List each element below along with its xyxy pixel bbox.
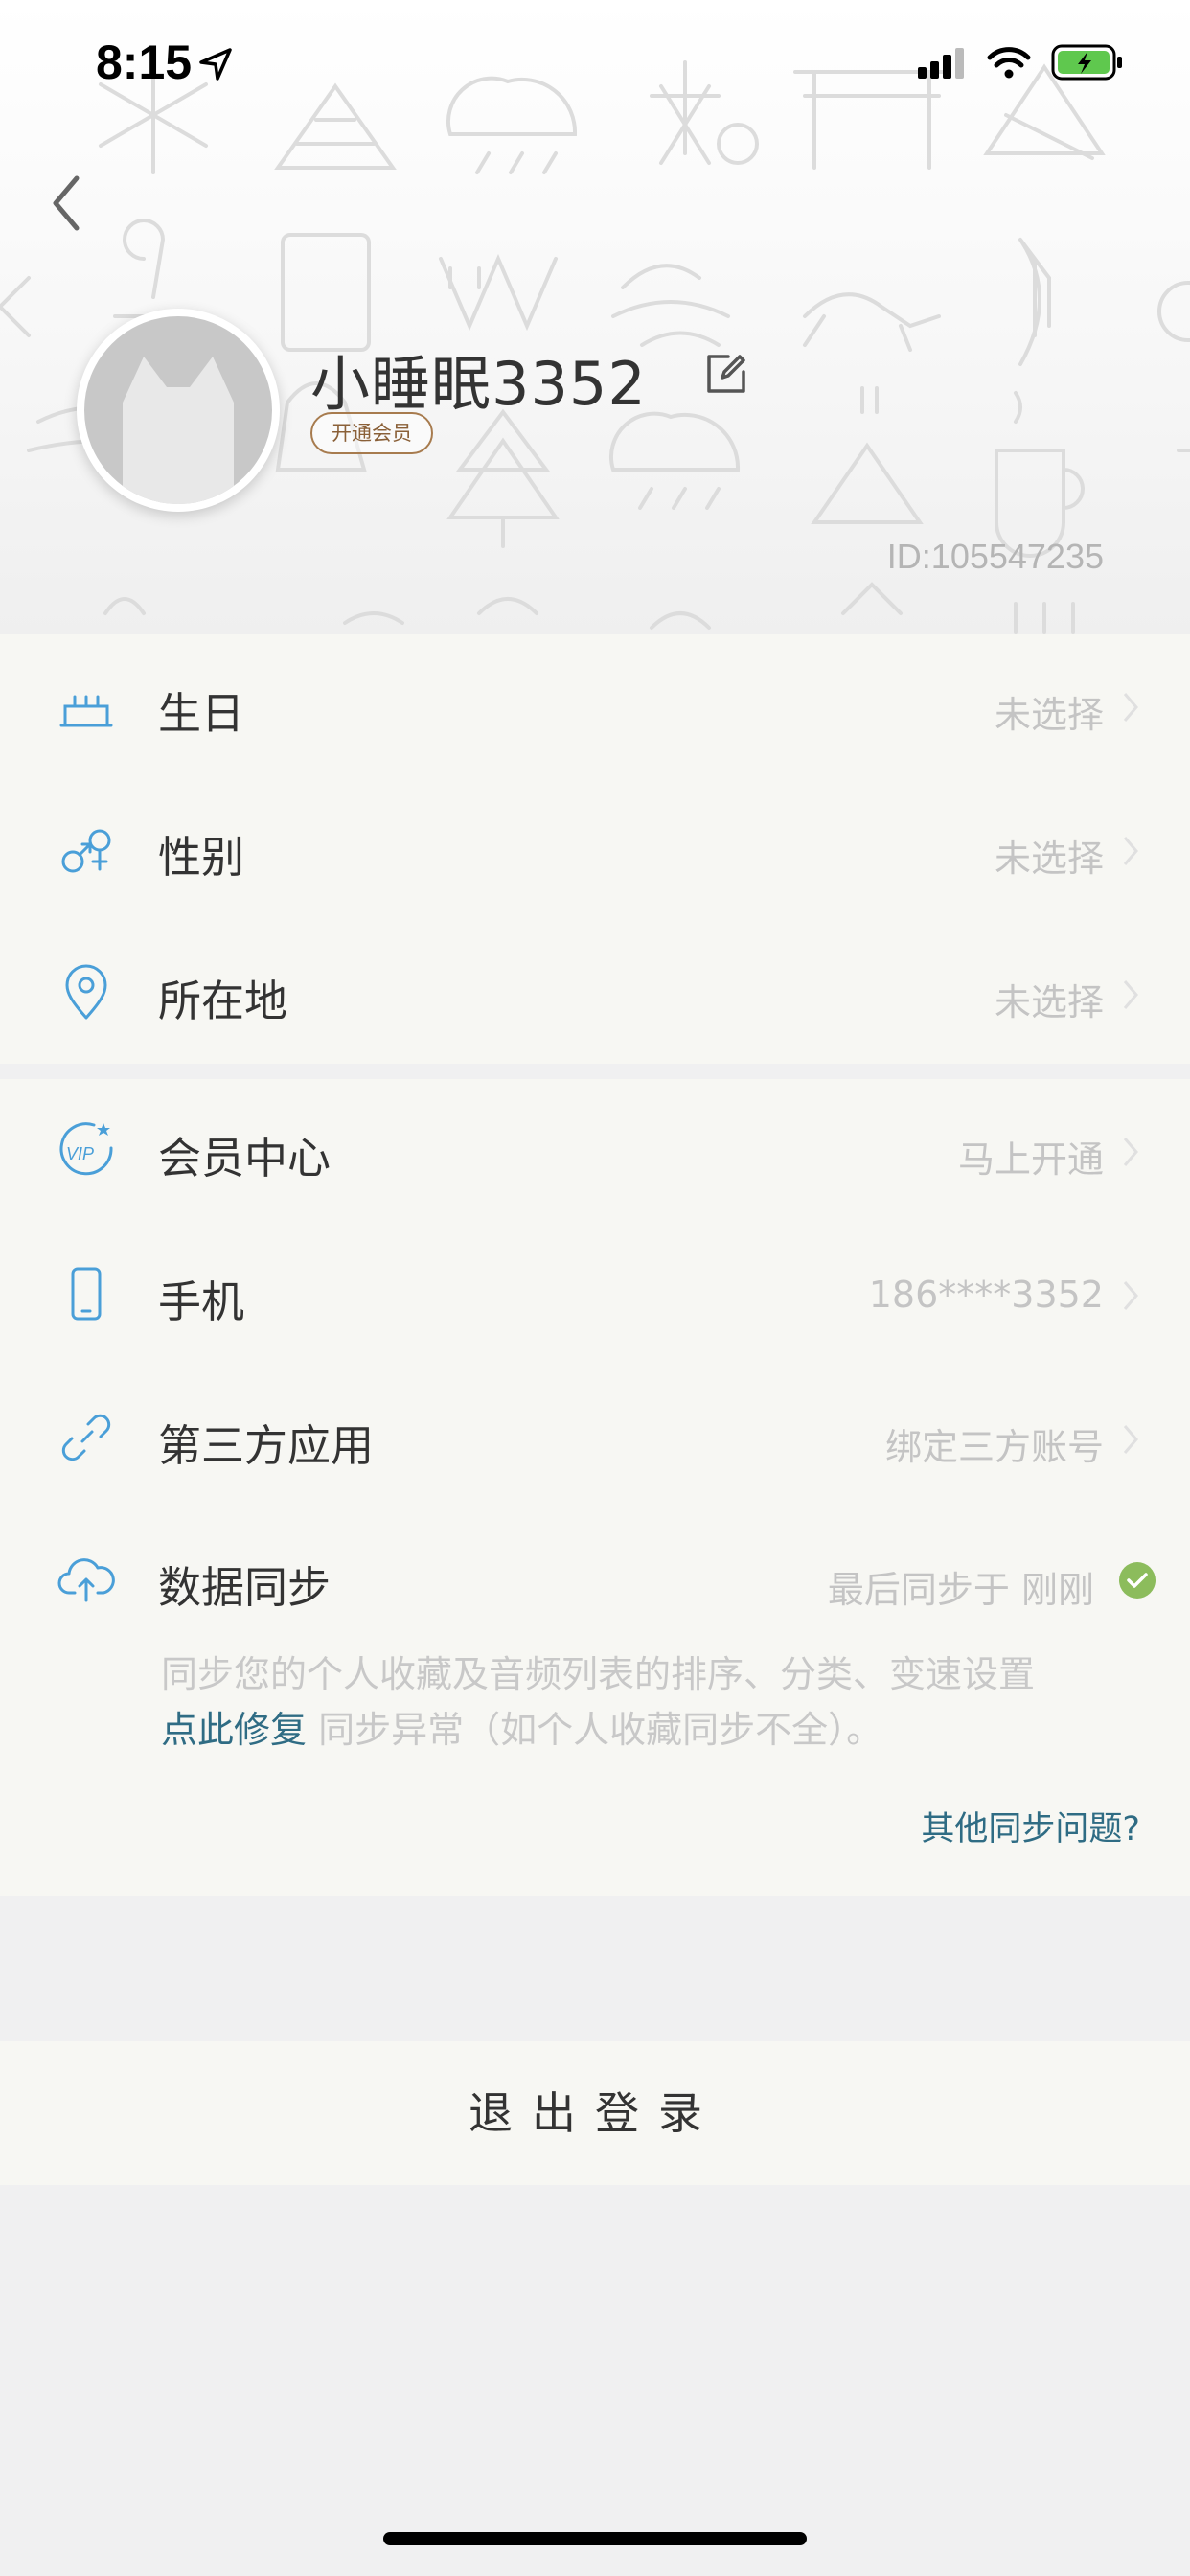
- row-location[interactable]: 所在地 未选择: [0, 922, 1190, 1066]
- cloud-sync-icon: [57, 1558, 115, 1602]
- row-label: 所在地: [158, 976, 288, 1026]
- row-vip-center[interactable]: VIP 会员中心 马上开通: [0, 1079, 1190, 1223]
- row-label: 数据同步: [158, 1562, 332, 1613]
- row-value: 未选择: [994, 981, 1104, 1024]
- row-value: 186****3352: [868, 1274, 1104, 1316]
- back-arrow-icon[interactable]: [38, 165, 96, 242]
- cellular-signal-icon: [918, 48, 964, 79]
- row-label: 第三方应用: [158, 1420, 375, 1471]
- svg-text:VIP: VIP: [66, 1144, 94, 1163]
- username: 小睡眠3352: [310, 349, 647, 419]
- row-label: 性别: [158, 832, 245, 883]
- link-icon: [61, 1414, 111, 1461]
- row-phone[interactable]: 手机 186****3352: [0, 1223, 1190, 1367]
- sync-fix-text: 同步异常（如个人收藏同步不全）。: [307, 1709, 883, 1751]
- account-section: VIP 会员中心 马上开通 手机 186****3352 第三方应用 绑定三方账…: [0, 1079, 1190, 1896]
- status-time: 8:15: [96, 35, 193, 89]
- info-section: 生日 未选择 性别 未选择 所在地 未选择: [0, 634, 1190, 1064]
- row-label: 会员中心: [158, 1133, 332, 1184]
- gender-icon: [61, 829, 111, 873]
- row-value: 未选择: [994, 838, 1104, 880]
- chevron-right-icon: [1123, 1281, 1138, 1310]
- sync-fix-link[interactable]: 点此修复: [161, 1709, 307, 1751]
- logout-button[interactable]: 退出登录: [0, 2041, 1190, 2185]
- row-value: 绑定三方账号: [884, 1426, 1104, 1468]
- vip-badge-button[interactable]: 开通会员: [310, 412, 433, 454]
- edit-icon[interactable]: [703, 351, 749, 397]
- location-pin-icon: [65, 964, 107, 1020]
- row-value: 马上开通: [957, 1138, 1104, 1181]
- sync-other-issues-link[interactable]: 其他同步问题?: [921, 1802, 1140, 1851]
- row-data-sync: 数据同步 最后同步于 刚刚: [0, 1510, 1190, 1654]
- row-third-party-apps[interactable]: 第三方应用 绑定三方账号: [0, 1367, 1190, 1510]
- cake-icon: [59, 695, 113, 727]
- chevron-right-icon: [1123, 837, 1138, 865]
- chevron-right-icon: [1123, 980, 1138, 1009]
- cat-silhouette-icon: [123, 356, 234, 504]
- chevron-right-icon: [1123, 1425, 1138, 1454]
- user-id: ID:105547235: [886, 537, 1104, 576]
- sync-status: 最后同步于 刚刚: [827, 1569, 1094, 1611]
- home-indicator[interactable]: [383, 2532, 807, 2545]
- sync-description-text: 同步您的个人收藏及音频列表的排序、分类、变速设置: [161, 1653, 1036, 1695]
- sync-description: 同步您的个人收藏及音频列表的排序、分类、变速设置 点此修复 同步异常（如个人收藏…: [161, 1646, 1119, 1758]
- row-birthday[interactable]: 生日 未选择: [0, 634, 1190, 778]
- wifi-icon: [987, 47, 1031, 79]
- row-value: 未选择: [994, 694, 1104, 736]
- row-gender[interactable]: 性别 未选择: [0, 778, 1190, 922]
- phone-icon: [71, 1267, 102, 1321]
- status-bar: 8:15: [0, 0, 1190, 134]
- location-arrow-icon: [199, 48, 232, 80]
- profile-header: 8:15 小睡眠3352 开通会员 ID:105547235: [0, 0, 1190, 634]
- vip-icon: VIP: [59, 1122, 113, 1176]
- chevron-right-icon: [1123, 693, 1138, 722]
- row-label: 生日: [158, 688, 245, 739]
- chevron-right-icon: [1123, 1138, 1138, 1166]
- battery-charging-icon: [1051, 44, 1122, 80]
- row-label: 手机: [158, 1276, 245, 1327]
- avatar[interactable]: [77, 309, 280, 512]
- sync-check-icon: [1119, 1562, 1156, 1598]
